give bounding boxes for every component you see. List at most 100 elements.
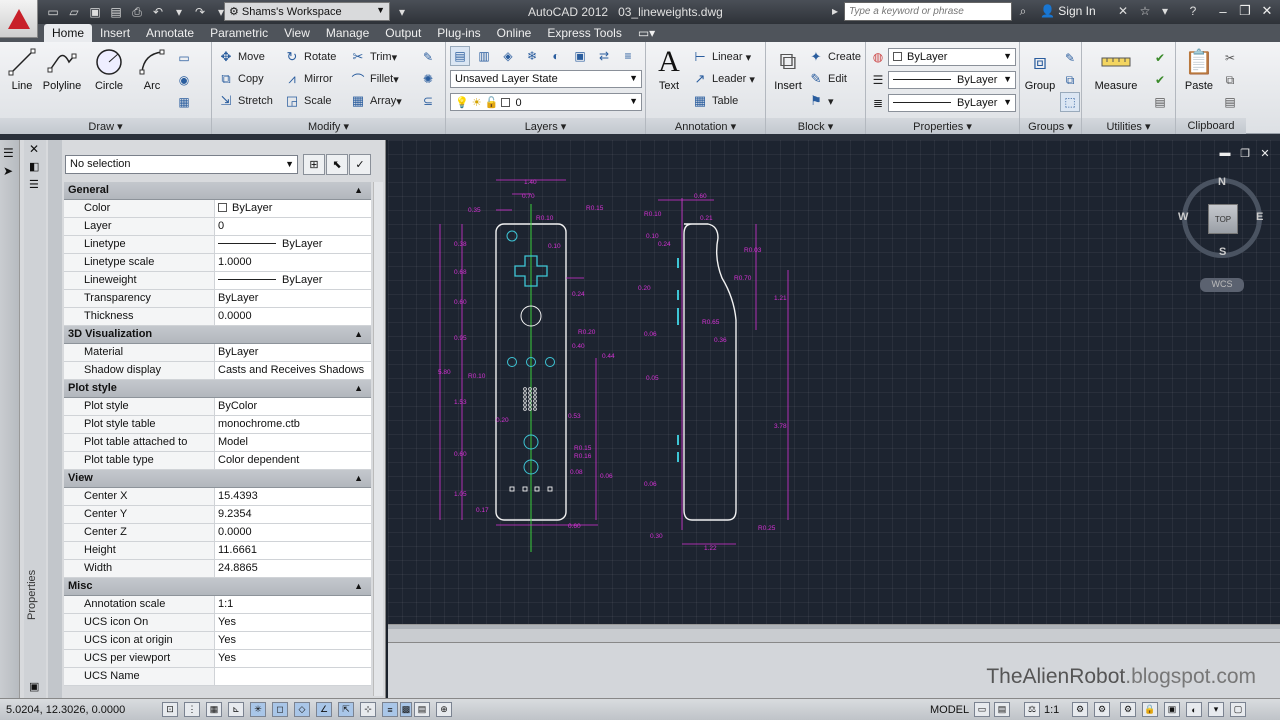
- fillet-button[interactable]: ⌒ Fillet ▾: [350, 70, 398, 88]
- property-value[interactable]: Yes: [215, 632, 371, 649]
- redo-icon[interactable]: ↷: [191, 3, 209, 21]
- group-edit-icon[interactable]: ⧉: [1060, 70, 1080, 90]
- layer-match-icon[interactable]: ⇄: [594, 46, 614, 66]
- select-all-icon[interactable]: ✔: [1150, 70, 1170, 90]
- open-file-icon[interactable]: ▱: [65, 3, 83, 21]
- property-row[interactable]: Plot table attached to Model: [64, 434, 371, 452]
- table-button[interactable]: ▦ Table: [692, 92, 738, 110]
- property-value[interactable]: ByLayer: [215, 200, 371, 217]
- application-menu-button[interactable]: [0, 0, 38, 38]
- clean-screen-icon[interactable]: ▢: [1230, 702, 1246, 717]
- modify-panel-title[interactable]: Modify ▾: [212, 118, 445, 134]
- property-row[interactable]: Center Z 0.0000: [64, 524, 371, 542]
- tab-insert[interactable]: Insert: [92, 24, 138, 42]
- calculator-icon[interactable]: ▤: [1150, 92, 1170, 112]
- cut-icon[interactable]: ✂: [1220, 48, 1240, 68]
- property-value[interactable]: [215, 668, 371, 685]
- restore-icon[interactable]: ❐: [1234, 0, 1256, 22]
- palette-properties-icon[interactable]: ☰: [29, 178, 39, 191]
- palette-titlebar[interactable]: ☰ ➤: [0, 140, 20, 698]
- undo-icon[interactable]: ↶: [149, 3, 167, 21]
- property-value[interactable]: Model: [215, 434, 371, 451]
- drawing-horizontal-scrollbar[interactable]: [388, 624, 1280, 642]
- utilities-panel-title[interactable]: Utilities ▾: [1082, 118, 1175, 134]
- property-value[interactable]: 9.2354: [215, 506, 371, 523]
- quick-select-palette-icon[interactable]: ✓: [349, 154, 371, 175]
- property-row[interactable]: Annotation scale 1:1: [64, 596, 371, 614]
- property-row[interactable]: Center Y 9.2354: [64, 506, 371, 524]
- tab-manage[interactable]: Manage: [318, 24, 377, 42]
- communication-center-icon[interactable]: ☆: [1136, 2, 1154, 20]
- property-row[interactable]: Plot table type Color dependent: [64, 452, 371, 470]
- hatch-icon[interactable]: ◉: [174, 70, 194, 90]
- rotate-button[interactable]: ↻ Rotate: [284, 48, 337, 66]
- property-row[interactable]: Transparency ByLayer: [64, 290, 371, 308]
- group-button[interactable]: ⧈ Group: [1022, 46, 1058, 92]
- plot-icon[interactable]: ⎙: [128, 3, 146, 21]
- transparency-toggle-icon[interactable]: ▩: [400, 702, 412, 717]
- property-value[interactable]: 11.6661: [215, 542, 371, 559]
- polyline-button[interactable]: Polyline: [40, 46, 84, 92]
- text-button[interactable]: A Text: [652, 45, 686, 92]
- property-row[interactable]: Plot style table monochrome.ctb: [64, 416, 371, 434]
- property-value[interactable]: ByLayer: [215, 344, 371, 361]
- selection-cycling-icon[interactable]: ⊕: [436, 702, 452, 717]
- insert-block-button[interactable]: ⧉ Insert: [770, 46, 806, 92]
- property-row[interactable]: Height 11.6661: [64, 542, 371, 560]
- property-row[interactable]: Width 24.8865: [64, 560, 371, 578]
- measure-button[interactable]: Measure: [1088, 46, 1144, 92]
- workspace-switching-icon[interactable]: ⚙: [1120, 702, 1136, 717]
- layer-walk-icon[interactable]: ≡: [618, 46, 638, 66]
- binoculars-icon[interactable]: ⌕: [1014, 2, 1032, 20]
- dynamic-input-icon[interactable]: ⊹: [360, 702, 376, 717]
- lineweight-icon[interactable]: ☰: [868, 70, 888, 90]
- model-space-toggle[interactable]: MODEL: [930, 704, 969, 716]
- block-attribute-button[interactable]: ⚑ ▾: [808, 92, 833, 110]
- category-header[interactable]: 3D Visualization ▲: [64, 326, 371, 344]
- search-expand-icon[interactable]: ▸: [826, 2, 844, 20]
- property-row[interactable]: Center X 15.4393: [64, 488, 371, 506]
- ungroup-icon[interactable]: ✎: [1060, 48, 1080, 68]
- line-button[interactable]: Line: [4, 46, 40, 92]
- autohide-icon[interactable]: ◧: [29, 160, 39, 173]
- property-row[interactable]: Shadow display Casts and Receives Shadows: [64, 362, 371, 380]
- stretch-button[interactable]: ⇲ Stretch: [218, 92, 273, 110]
- wcs-menu[interactable]: WCS: [1200, 278, 1244, 292]
- property-value[interactable]: ByLayer: [215, 236, 371, 253]
- circle-button[interactable]: Circle: [90, 46, 128, 92]
- lineweight-toggle-icon[interactable]: ≡: [382, 702, 398, 717]
- ribbon-minimize-icon[interactable]: ▭▾: [630, 24, 663, 42]
- layer-freeze-icon[interactable]: ❄: [522, 46, 542, 66]
- infer-constraints-icon[interactable]: ⊡: [162, 702, 178, 717]
- category-header[interactable]: General ▲: [64, 182, 371, 200]
- arc-button[interactable]: Arc: [136, 46, 168, 92]
- object-snap-tracking-icon[interactable]: ∠: [316, 702, 332, 717]
- tab-view[interactable]: View: [276, 24, 318, 42]
- annotation-panel-title[interactable]: Annotation ▾: [646, 118, 765, 134]
- category-header[interactable]: View ▲: [64, 470, 371, 488]
- boundary-icon[interactable]: ▦: [174, 92, 194, 112]
- copy-button[interactable]: ⧉ Copy: [218, 70, 263, 88]
- array-button[interactable]: ▦ Array ▾: [350, 92, 402, 110]
- match-properties-icon[interactable]: ◍: [868, 47, 888, 67]
- auto-scale-icon[interactable]: ⚙: [1094, 702, 1110, 717]
- property-row[interactable]: Linetype scale 1.0000: [64, 254, 371, 272]
- quick-view-drawings-icon[interactable]: ▤: [994, 702, 1010, 717]
- viewcube-top-face[interactable]: TOP: [1208, 204, 1238, 234]
- viewport-minimize-icon[interactable]: ▬: [1218, 146, 1232, 160]
- tab-plug-ins[interactable]: Plug-ins: [429, 24, 488, 42]
- status-menu-icon[interactable]: ▾: [1208, 702, 1224, 717]
- object-snap-icon[interactable]: ◻: [272, 702, 288, 717]
- property-value[interactable]: 0: [215, 218, 371, 235]
- annotation-scale-value[interactable]: 1:1: [1044, 704, 1059, 716]
- property-row[interactable]: Color ByLayer: [64, 200, 371, 218]
- create-block-button[interactable]: ✦ Create: [808, 48, 861, 66]
- linetype-dropdown[interactable]: ByLayer ▼: [888, 94, 1016, 112]
- tab-parametric[interactable]: Parametric: [202, 24, 276, 42]
- exchange-icon[interactable]: ✕: [1114, 2, 1132, 20]
- palette-scrollbar[interactable]: [373, 182, 383, 696]
- property-value[interactable]: ByLayer: [215, 272, 371, 289]
- tab-output[interactable]: Output: [377, 24, 429, 42]
- paste-button[interactable]: 📋 Paste: [1180, 46, 1218, 93]
- groups-panel-title[interactable]: Groups ▾: [1020, 118, 1081, 134]
